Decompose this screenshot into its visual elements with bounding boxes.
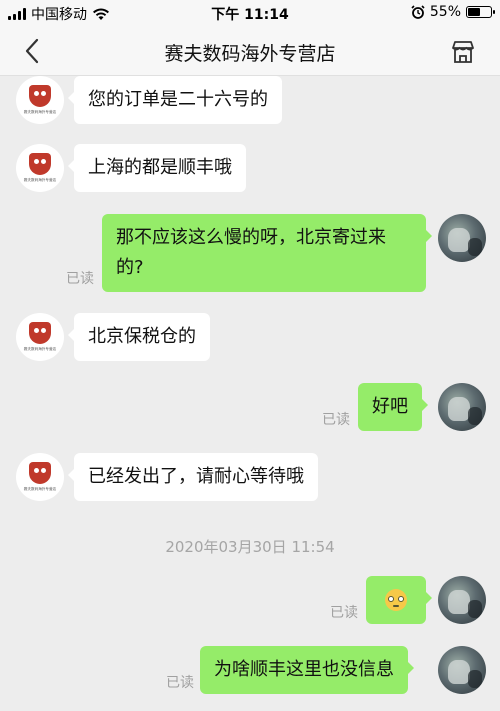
shop-avatar-caption: 赛夫数码海外专营店 [23,177,57,182]
message-bubble-incoming[interactable]: 上海的都是顺丰哦 [68,144,246,192]
shop-logo-icon [29,85,51,107]
user-avatar[interactable] [438,214,486,262]
battery-icon [466,6,495,18]
chat-header: 赛夫数码海外专营店 [0,26,500,76]
user-avatar[interactable] [438,383,486,431]
shop-avatar[interactable]: 赛夫数码海外专营店 [16,76,64,124]
message-text-line: 那不应该这么慢的呀，北京寄过来 [116,227,386,248]
read-receipt: 已读 [66,271,94,287]
status-bar: 中国移动 下午 11:14 55% [0,0,500,26]
message-bubble-incoming[interactable]: 北京保税仓的 [68,313,210,361]
page-title: 赛夫数码海外专营店 [164,43,336,65]
status-right: 55% [411,4,495,20]
message-bubble-outgoing[interactable]: 好吧 [358,383,428,431]
read-receipt: 已读 [322,412,350,428]
user-avatar[interactable] [438,576,486,624]
message-list[interactable]: 赛夫数码海外专营店 您的订单是二十六号的 赛夫数码海外专营店 上海的都是顺丰哦 … [0,76,500,711]
pleading-face-emoji-icon [385,589,407,611]
message-text-line: 的? [116,257,144,278]
message-bubble-outgoing[interactable] [366,576,432,624]
user-avatar[interactable] [438,646,486,694]
shop-logo-icon [29,322,51,344]
shop-avatar-caption: 赛夫数码海外专营店 [23,346,57,351]
message-bubble-incoming[interactable]: 您的订单是二十六号的 [68,76,282,124]
shop-logo-icon [29,462,51,484]
shop-avatar[interactable]: 赛夫数码海外专营店 [16,453,64,501]
read-receipt: 已读 [166,675,194,691]
message-timestamp: 2020年03月30日 11:54 [165,538,335,556]
message-bubble-outgoing[interactable]: 为啥顺丰这里也没信息 [200,646,414,694]
shop-avatar-caption: 赛夫数码海外专营店 [23,486,57,491]
read-receipt: 已读 [330,605,358,621]
shop-avatar[interactable]: 赛夫数码海外专营店 [16,313,64,361]
message-bubble-outgoing[interactable]: 那不应该这么慢的呀，北京寄过来 的? [102,214,432,292]
store-icon[interactable] [448,37,478,67]
shop-avatar[interactable]: 赛夫数码海外专营店 [16,144,64,192]
battery-percent: 55% [429,4,461,20]
shop-avatar-caption: 赛夫数码海外专营店 [23,109,57,114]
shop-logo-icon [29,153,51,175]
message-bubble-incoming[interactable]: 已经发出了，请耐心等待哦 [68,453,318,501]
battery-fill [468,8,480,16]
alarm-icon [411,5,425,19]
